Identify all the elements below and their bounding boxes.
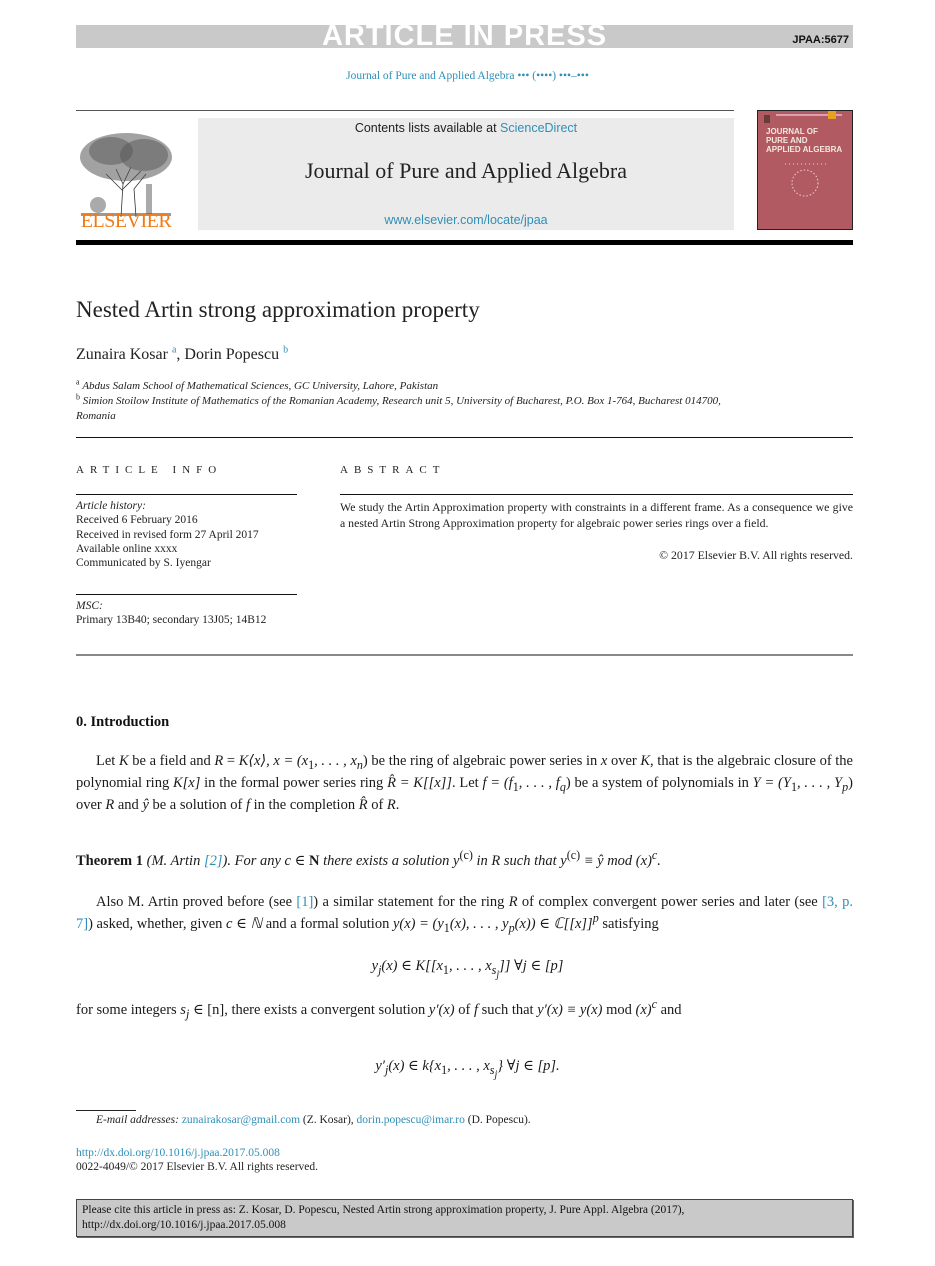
abstract-heading: ABSTRACT bbox=[340, 464, 446, 476]
history-item: Communicated by S. Iyengar bbox=[76, 557, 211, 570]
email-label: E-mail addresses: bbox=[96, 1114, 179, 1126]
email-footnote: E-mail addresses: zunairakosar@gmail.com… bbox=[96, 1114, 531, 1126]
abstract-text: We study the Artin Approximation propert… bbox=[340, 500, 853, 530]
article-info-heading: ARTICLE INFO bbox=[76, 464, 223, 476]
masthead-top-rule bbox=[76, 110, 734, 111]
affiliation-mark[interactable]: b bbox=[283, 345, 288, 356]
article-title: Nested Artin strong approximation proper… bbox=[76, 297, 480, 322]
email-link[interactable]: zunairakosar@gmail.com bbox=[182, 1114, 300, 1126]
doi-link[interactable]: http://dx.doi.org/10.1016/j.jpaa.2017.05… bbox=[76, 1147, 280, 1159]
citation-link[interactable]: [1] bbox=[296, 894, 313, 910]
email-link[interactable]: dorin.popescu@imar.ro bbox=[357, 1114, 465, 1126]
affiliation-text: Abdus Salam School of Mathematical Scien… bbox=[82, 380, 439, 392]
msc-classification: MSC: Primary 13B40; secondary 13J05; 14B… bbox=[76, 599, 298, 628]
msc-label: MSC: bbox=[76, 600, 103, 612]
history-item: Available online xxxx bbox=[76, 542, 178, 555]
cover-title: JOURNAL OF PURE AND APPLIED ALGEBRA bbox=[766, 127, 843, 154]
divider bbox=[76, 594, 297, 595]
running-head[interactable]: Journal of Pure and Applied Algebra ••• … bbox=[0, 70, 935, 82]
paragraph: for some integers sj ∈ [n], there exists… bbox=[76, 997, 682, 1021]
citation-link[interactable]: [2] bbox=[204, 853, 223, 869]
display-equation: y′j(x) ∈ k{x1, . . . , xsj} ∀j ∈ [p]. bbox=[375, 1058, 560, 1081]
history-item: Received 6 February 2016 bbox=[76, 514, 198, 527]
citation-box: Please cite this article in press as: Z.… bbox=[76, 1199, 853, 1237]
theorem-1: Theorem 1 (M. Artin [2]). For any c ∈ N … bbox=[76, 848, 661, 869]
masthead-box: Contents lists available at ScienceDirec… bbox=[198, 118, 734, 230]
author-name: Zunaira Kosar bbox=[76, 346, 168, 363]
display-equation: yj(x) ∈ K[[x1, . . . , xsj]] ∀j ∈ [p] bbox=[371, 958, 564, 981]
msc-codes: Primary 13B40; secondary 13J05; 14B12 bbox=[76, 614, 267, 627]
history-label: Article history: bbox=[76, 500, 146, 512]
history-item: Received in revised form 27 April 2017 bbox=[76, 528, 259, 541]
cover-graphic-icon bbox=[785, 163, 827, 197]
cover-logo-icon bbox=[764, 115, 770, 123]
theorem-label: Theorem 1 bbox=[76, 853, 143, 869]
journal-url-link[interactable]: www.elsevier.com/locate/jpaa bbox=[198, 213, 734, 227]
masthead-bottom-rule bbox=[76, 240, 853, 245]
abstract-copyright: © 2017 Elsevier B.V. All rights reserved… bbox=[659, 548, 853, 562]
divider bbox=[76, 437, 853, 438]
article-id: JPAA:5677 bbox=[792, 34, 849, 46]
article-in-press-banner: ARTICLE IN PRESS JPAA:5677 bbox=[76, 20, 853, 52]
banner-title: ARTICLE IN PRESS bbox=[321, 20, 608, 52]
cover-stripe-accent bbox=[828, 111, 836, 119]
journal-cover-image: JOURNAL OF PURE AND APPLIED ALGEBRA bbox=[757, 110, 853, 230]
paragraph: Also M. Artin proved before (see [1]) a … bbox=[76, 894, 853, 935]
issn-copyright: 0022-4049/© 2017 Elsevier B.V. All right… bbox=[76, 1161, 319, 1173]
journal-title: Journal of Pure and Applied Algebra bbox=[305, 158, 627, 183]
contents-line: Contents lists available at ScienceDirec… bbox=[198, 121, 734, 135]
author-list: Zunaira Kosar a, Dorin Popescu b bbox=[76, 345, 288, 364]
elsevier-wordmark: ELSEVIER bbox=[80, 210, 172, 232]
divider bbox=[340, 494, 853, 495]
affiliation-mark-label: b bbox=[76, 392, 80, 402]
contents-prefix: Contents lists available at bbox=[354, 121, 501, 135]
divider bbox=[76, 654, 853, 656]
affiliation-b: b Simion Stoilow Institute of Mathematic… bbox=[76, 392, 726, 423]
divider bbox=[76, 494, 297, 495]
affiliation-a: a Abdus Salam School of Mathematical Sci… bbox=[76, 377, 439, 394]
footnote-rule bbox=[76, 1110, 136, 1111]
intro-paragraph: Let K be a field and R = K⟨x⟩, x = (x1, … bbox=[76, 753, 853, 813]
article-history: Article history: Received 6 February 201… bbox=[76, 499, 298, 570]
citation-text: Please cite this article in press as: Z.… bbox=[82, 1204, 685, 1231]
affiliation-mark-label: a bbox=[76, 377, 80, 387]
author-name: Dorin Popescu bbox=[184, 346, 280, 363]
affiliation-text: Simion Stoilow Institute of Mathematics … bbox=[76, 395, 721, 422]
sciencedirect-link[interactable]: ScienceDirect bbox=[500, 121, 577, 135]
section-heading: 0. Introduction bbox=[76, 714, 170, 730]
